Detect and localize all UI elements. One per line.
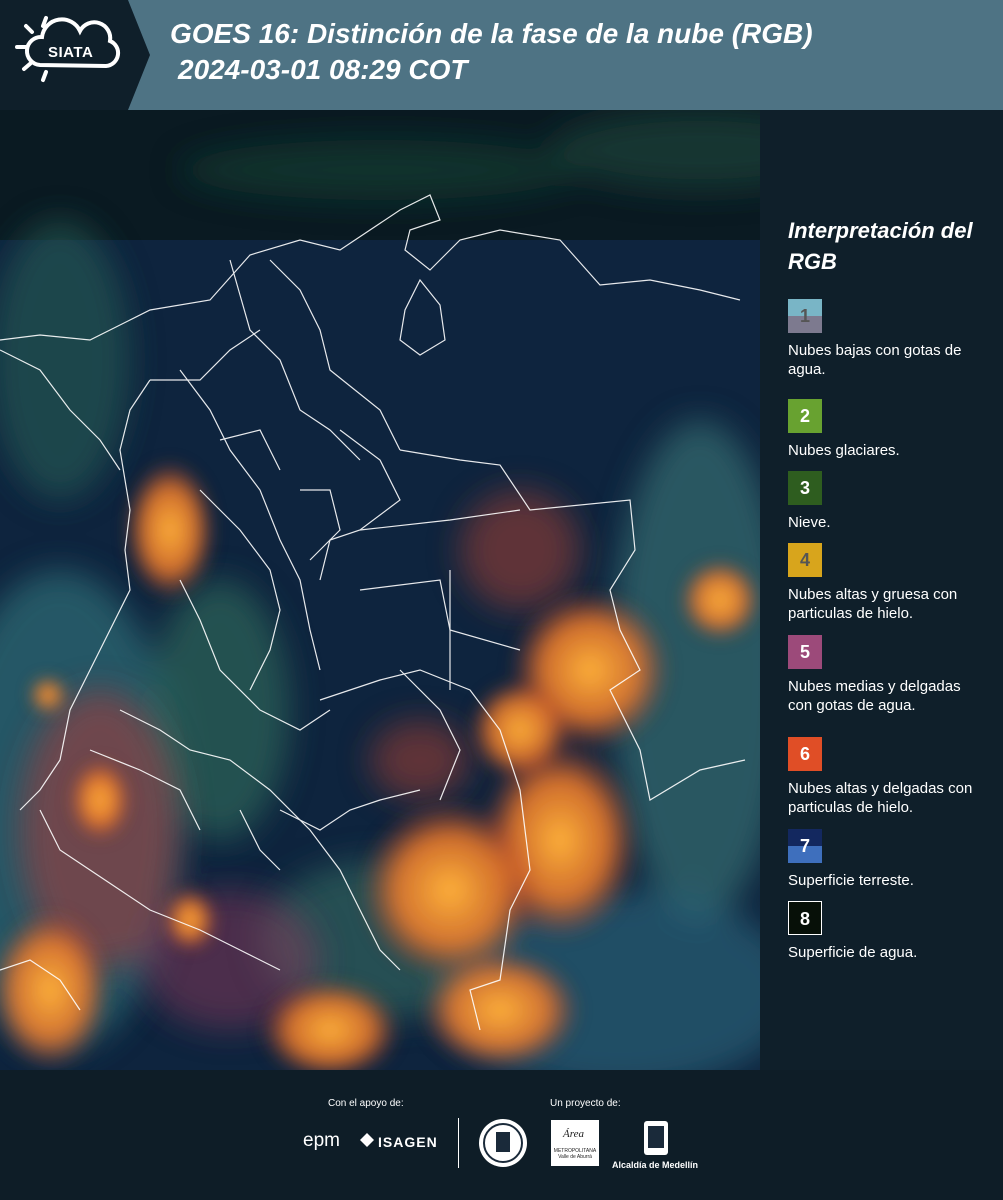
legend-label-7: Superficie terreste. [788,872,914,889]
medellin-coat-of-arms-icon [644,1121,668,1155]
legend-label-4: Nubes altas y gruesa con particulas de h… [788,586,958,622]
header-bar: SIATA GOES 16: Distinción de la fase de … [0,0,1003,110]
legend-title: Interpretación del RGB [788,218,973,274]
legend-label-6: Nubes altas y delgadas con particulas de… [788,780,973,816]
legend-item-8: 8 Superficie de agua. [788,901,988,971]
legend-label-5: Nubes medias y delgadas con gotas de agu… [788,678,961,714]
logo-text: SIATA [48,44,94,61]
legend-item-5: 5 Nubes medias y delgadas con gotas de a… [788,635,988,737]
legend-swatch-6: 6 [788,737,822,771]
legend-number-4: 4 [799,550,810,570]
legend-label-2: Nubes glaciares. [788,442,900,459]
area-metropolitana-logo: Área METROPOLITANA Valle de Aburrá [551,1120,599,1166]
legend-item-6: 6 Nubes altas y delgadas con particulas … [788,737,988,829]
legend-swatch-2: 2 [788,399,822,433]
area-sub: METROPOLITANA Valle de Aburrá [553,1148,597,1160]
isagen-logo: ISAGEN [378,1134,438,1150]
support-label: Con el apoyo de: [328,1098,404,1109]
legend-swatch-7: 7 [788,829,822,863]
footer: Con el apoyo de: Un proyecto de: epm ISA… [0,1070,1003,1200]
legend-label-3: Nieve. [788,514,831,531]
legend-number-8: 8 [799,909,810,929]
title-product: GOES 16: Distinción de la fase de la nub… [170,18,813,49]
legend-label-1: Nubes bajas con gotas de agua. [788,342,962,378]
legend-swatch-4: 4 [788,543,822,577]
legend-number-7: 7 [799,836,810,856]
legend-label-8: Superficie de agua. [788,944,918,961]
legend-item-4: 4 Nubes altas y gruesa con particulas de… [788,543,988,635]
legend-number-1: 1 [799,306,810,326]
legend-number-3: 3 [799,478,810,498]
satellite-map[interactable] [0,110,760,1070]
legend-item-3: 3 Nieve. [788,471,988,543]
legend-swatch-1: 1 [788,299,822,333]
legend-number-6: 6 [799,744,810,764]
alcaldia-medellin-logo: Alcaldía de Medellín [612,1160,699,1170]
legend-item-1: 1 Nubes bajas con gotas de agua. [788,299,988,399]
siata-logo: SIATA [0,0,150,110]
university-seal-icon [479,1119,527,1167]
footer-divider [458,1118,459,1168]
legend-swatch-8: 8 [788,901,822,935]
legend-number-5: 5 [799,642,810,662]
legend-item-7: 7 Superficie terreste. [788,829,988,901]
page-title: GOES 16: Distinción de la fase de la nub… [170,16,813,88]
legend-swatch-5: 5 [788,635,822,669]
project-label: Un proyecto de: [550,1098,621,1109]
legend-number-2: 2 [799,406,810,426]
title-datetime: 2024-03-01 08:29 COT [178,54,468,85]
isagen-icon [360,1133,374,1147]
area-word: Área [563,1128,584,1140]
legend-item-2: 2 Nubes glaciares. [788,399,988,471]
legend-swatch-3: 3 [788,471,822,505]
epm-logo: epm [303,1130,340,1151]
legend-panel: Interpretación del RGB 1 Nubes bajas con… [788,215,988,971]
